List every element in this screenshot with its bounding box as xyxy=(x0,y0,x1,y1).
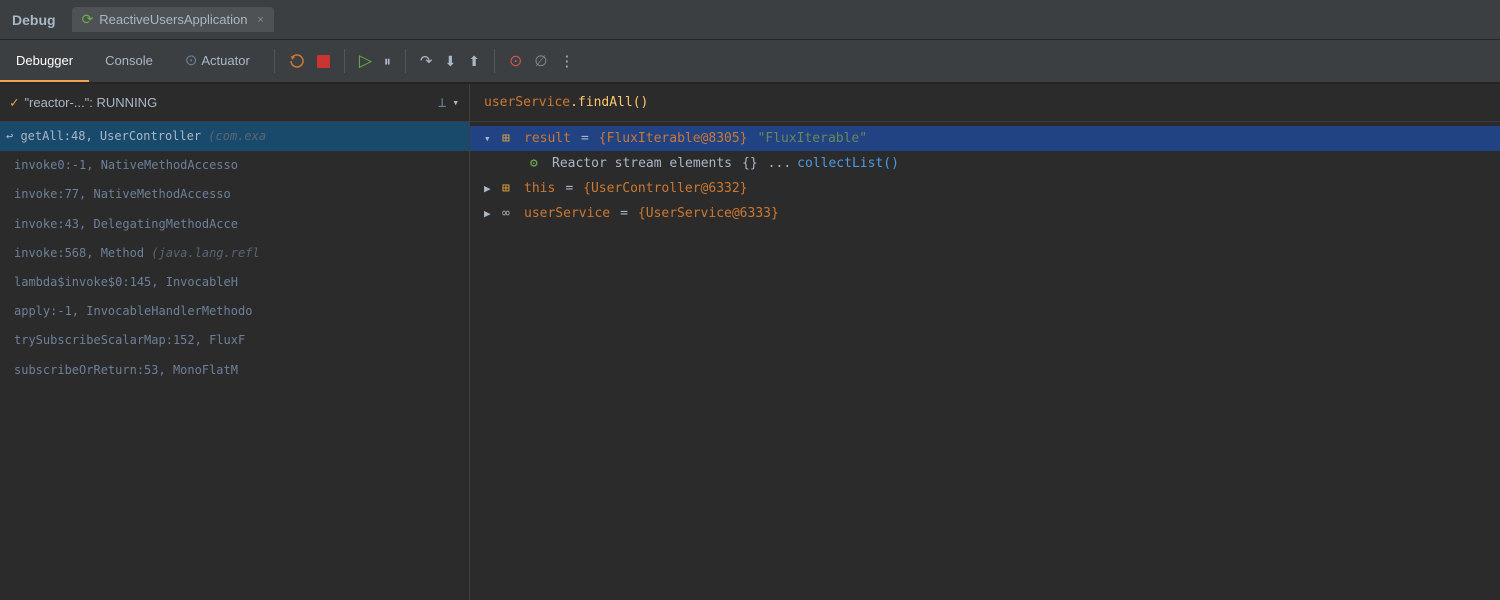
userservice-expand-icon[interactable]: ▶ xyxy=(484,207,496,220)
reactor-stream-row[interactable]: ⚙ Reactor stream elements {} ... collect… xyxy=(470,151,1500,176)
stack-frame-8[interactable]: subscribeOrReturn:53, MonoFlatM xyxy=(0,356,469,385)
step-into-icon: ⬇ xyxy=(444,53,456,70)
tab-console[interactable]: Console xyxy=(89,40,169,82)
stack-frame-label: getAll:48, UserController (com.exa xyxy=(20,129,266,143)
stack-frame-1[interactable]: invoke0:-1, NativeMethodAccesso xyxy=(0,151,469,180)
reactor-ellipsis: ... xyxy=(768,156,791,171)
toolbar-divider-2 xyxy=(344,49,345,73)
stack-frame-current[interactable]: getAll:48, UserController (com.exa xyxy=(0,122,469,151)
variable-this-row[interactable]: ▶ ⊞ this = {UserController@6332} xyxy=(470,176,1500,201)
run-to-cursor-button[interactable]: ⊙ xyxy=(503,47,528,75)
stop-button[interactable] xyxy=(311,51,336,72)
this-value: {UserController@6332} xyxy=(583,181,747,196)
reactor-stream-label: Reactor stream elements xyxy=(552,156,732,171)
main-area: ✓ "reactor-...": RUNNING ⊥ ▾ getAll:48, … xyxy=(0,84,1500,600)
stack-frame-5[interactable]: lambda$invoke$0:145, InvocableH xyxy=(0,268,469,297)
result-value-ref: {FluxIterable@8305} xyxy=(599,131,748,146)
stack-frame-6[interactable]: apply:-1, InvocableHandlerMethodo xyxy=(0,297,469,326)
result-table-icon: ⊞ xyxy=(502,131,518,146)
evaluate-button[interactable]: ∅ xyxy=(528,48,553,74)
step-over-icon: ↷ xyxy=(420,52,433,70)
reactor-braces: {} xyxy=(742,156,758,171)
result-name: result xyxy=(524,131,571,146)
variable-result-row[interactable]: ▾ ⊞ result = {FluxIterable@8305} "FluxIt… xyxy=(470,126,1500,151)
more-options-button[interactable]: ⋮ xyxy=(553,48,580,74)
this-name: this xyxy=(524,181,555,196)
this-table-icon: ⊞ xyxy=(502,181,518,196)
step-out-icon: ⬆ xyxy=(468,53,480,70)
userservice-infinity-icon: ∞ xyxy=(502,206,518,221)
running-status: "reactor-...": RUNNING xyxy=(24,95,157,110)
collect-list-link[interactable]: collectList() xyxy=(797,156,899,171)
resume-icon: ▷ xyxy=(359,51,372,71)
toolbar: Debugger Console ⊙ Actuator ▷ ⏸ ↷ ⬇ ⬆ xyxy=(0,40,1500,84)
pause-button[interactable]: ⏸ xyxy=(378,49,397,74)
actuator-icon: ⊙ xyxy=(185,51,198,69)
app-tab[interactable]: ⟳ ReactiveUsersApplication × xyxy=(72,7,274,32)
tab-debugger[interactable]: Debugger xyxy=(0,40,89,82)
resume-button[interactable]: ▷ xyxy=(353,47,378,75)
toolbar-divider-3 xyxy=(405,49,406,73)
tab-close-button[interactable]: × xyxy=(257,14,263,26)
stack-frame-3[interactable]: invoke:43, DelegatingMethodAcce xyxy=(0,210,469,239)
reactor-gear-icon: ⚙ xyxy=(530,156,546,171)
step-over-button[interactable]: ↷ xyxy=(414,48,439,74)
stack-list: getAll:48, UserController (com.exa invok… xyxy=(0,122,469,600)
variables-area: ▾ ⊞ result = {FluxIterable@8305} "FluxIt… xyxy=(470,122,1500,600)
result-expand-icon[interactable]: ▾ xyxy=(484,132,496,145)
expression-bar: userService.findAll() xyxy=(470,84,1500,122)
run-to-cursor-icon: ⊙ xyxy=(509,51,522,71)
stack-frame-2[interactable]: invoke:77, NativeMethodAccesso xyxy=(0,180,469,209)
step-out-button[interactable]: ⬆ xyxy=(462,49,486,74)
rerun-button[interactable] xyxy=(283,49,311,73)
this-expand-icon[interactable]: ▶ xyxy=(484,182,496,195)
tab-icon: ⟳ xyxy=(82,11,94,28)
userservice-name: userService xyxy=(524,206,610,221)
toolbar-divider-4 xyxy=(494,49,495,73)
variable-userservice-row[interactable]: ▶ ∞ userService = {UserService@6333} xyxy=(470,201,1500,226)
toolbar-divider-1 xyxy=(274,49,275,73)
filter-icon[interactable]: ⊥ xyxy=(438,95,446,111)
running-bar: ✓ "reactor-...": RUNNING ⊥ ▾ xyxy=(0,84,469,122)
stack-frame-7[interactable]: trySubscribeScalarMap:152, FluxF xyxy=(0,326,469,355)
userservice-value: {UserService@6333} xyxy=(638,206,779,221)
title-bar: Debug ⟳ ReactiveUsersApplication × xyxy=(0,0,1500,40)
expression-object: userService.findAll() xyxy=(484,95,648,110)
pause-icon: ⏸ xyxy=(384,53,391,70)
tab-actuator[interactable]: ⊙ Actuator xyxy=(169,40,266,82)
result-value-string: "FluxIterable" xyxy=(758,131,868,146)
stop-icon xyxy=(317,55,330,68)
app-title: Debug xyxy=(12,12,56,28)
step-into-button[interactable]: ⬇ xyxy=(438,49,462,74)
dropdown-arrow-icon[interactable]: ▾ xyxy=(452,96,459,109)
running-check-icon: ✓ xyxy=(10,95,18,111)
toolbar-tabs: Debugger Console ⊙ Actuator xyxy=(0,40,266,82)
more-icon: ⋮ xyxy=(559,52,574,70)
left-panel: ✓ "reactor-...": RUNNING ⊥ ▾ getAll:48, … xyxy=(0,84,470,600)
right-panel: userService.findAll() ▾ ⊞ result = {Flux… xyxy=(470,84,1500,600)
rerun-icon xyxy=(289,53,305,69)
tab-label: ReactiveUsersApplication xyxy=(99,12,247,27)
stack-frame-4[interactable]: invoke:568, Method (java.lang.refl xyxy=(0,239,469,268)
evaluate-icon: ∅ xyxy=(534,52,547,70)
